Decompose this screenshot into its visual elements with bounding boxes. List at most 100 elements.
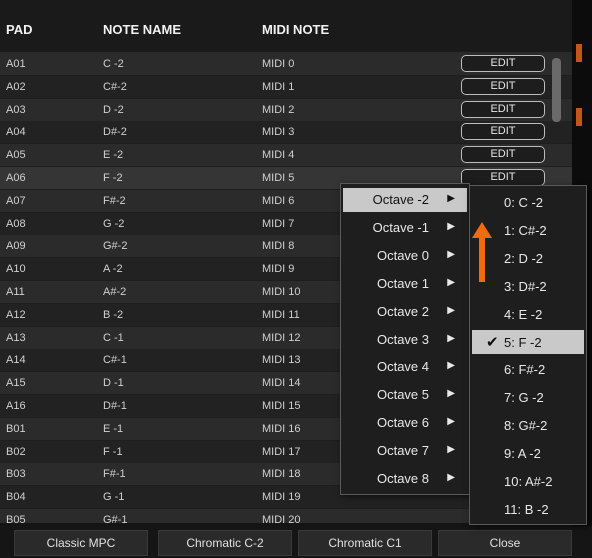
- note-menu-item[interactable]: ✔ 5: F -2: [472, 329, 584, 354]
- octave-menu-label: Octave 6: [376, 415, 429, 431]
- pad-cell: B03: [6, 468, 26, 481]
- octave-menu-label: Octave -2: [372, 192, 429, 207]
- midi-note-cell: MIDI 9: [262, 263, 295, 276]
- octave-menu-item[interactable]: Octave 0 ▶: [343, 244, 467, 268]
- close-button[interactable]: Close: [438, 530, 572, 556]
- table-row[interactable]: A05 E -2 MIDI 4 EDIT: [0, 144, 572, 168]
- octave-menu-item[interactable]: Octave 3 ▶: [343, 328, 467, 352]
- midi-note-cell: MIDI 12: [262, 331, 301, 344]
- octave-menu-item[interactable]: Octave 1 ▶: [343, 272, 467, 296]
- octave-menu-item[interactable]: Octave -1 ▶: [343, 216, 467, 240]
- note-menu-item[interactable]: 7: G -2: [472, 385, 584, 409]
- table-row[interactable]: A04 D#-2 MIDI 3 EDIT: [0, 121, 572, 145]
- midi-note-cell: MIDI 10: [262, 286, 301, 298]
- pad-cell: A06: [6, 172, 26, 184]
- midi-note-cell: MIDI 5: [262, 172, 295, 184]
- pad-cell: A01: [6, 58, 26, 70]
- note-menu-label: 4: E -2: [504, 306, 543, 322]
- edit-button[interactable]: EDIT: [461, 77, 545, 95]
- chevron-right-icon: ▶: [447, 444, 455, 456]
- note-menu-label: 3: D#-2: [504, 278, 547, 294]
- classic-mpc-button[interactable]: Classic MPC: [14, 530, 148, 556]
- edit-button[interactable]: EDIT: [461, 146, 545, 164]
- note-name-cell: F -2: [103, 172, 123, 184]
- note-menu-item[interactable]: 8: G#-2: [472, 413, 584, 437]
- table-row[interactable]: A02 C#-2 MIDI 1 EDIT: [0, 75, 572, 99]
- note-menu-label: 7: G -2: [504, 390, 544, 406]
- table-row[interactable]: A01 C -2 MIDI 0 EDIT: [0, 53, 572, 76]
- chevron-right-icon: ▶: [447, 276, 455, 288]
- pad-cell: B02: [6, 445, 26, 458]
- note-name-cell: B -2: [103, 308, 124, 321]
- chevron-right-icon: ▶: [447, 360, 455, 372]
- midi-note-cell: MIDI 18: [262, 468, 301, 481]
- header-pad: PAD: [6, 22, 33, 37]
- pad-cell: A08: [6, 217, 26, 230]
- checkmark-icon: ✔: [486, 333, 499, 351]
- pad-cell: A04: [6, 126, 26, 139]
- pad-cell: A05: [6, 149, 26, 162]
- octave-menu-item[interactable]: Octave 6 ▶: [343, 411, 467, 435]
- note-name-cell: E -2: [103, 149, 124, 162]
- note-name-cell: D#-2: [103, 126, 127, 139]
- note-menu-label: 5: F -2: [504, 334, 542, 350]
- note-menu-label: 1: C#-2: [504, 222, 547, 238]
- octave-menu-item[interactable]: Octave 5 ▶: [343, 383, 467, 407]
- midi-note-cell: MIDI 4: [262, 149, 295, 162]
- octave-context-menu: Octave -2 ▶ Octave -1 ▶ Octave 0 ▶ Octave 1 ▶ Oc…: [340, 183, 470, 495]
- midi-note-cell: MIDI 13: [262, 354, 301, 367]
- pad-cell: A14: [6, 354, 26, 367]
- up-arrow-icon: [472, 222, 492, 282]
- midi-note-cell: MIDI 16: [262, 422, 301, 435]
- note-menu-item[interactable]: 10: A#-2: [472, 469, 584, 493]
- chevron-right-icon: ▶: [447, 220, 455, 232]
- note-name-cell: G#-1: [103, 514, 128, 523]
- note-name-cell: G -1: [103, 491, 125, 504]
- midi-note-cell: MIDI 7: [262, 217, 295, 230]
- orange-marker: [576, 44, 582, 62]
- pad-cell: B01: [6, 422, 26, 435]
- octave-menu-item[interactable]: Octave 7 ▶: [343, 439, 467, 463]
- octave-menu-label: Octave -1: [372, 219, 429, 235]
- pad-cell: A11: [6, 286, 25, 298]
- chevron-right-icon: ▶: [447, 304, 455, 316]
- note-menu-item[interactable]: 9: A -2: [472, 441, 584, 465]
- edit-button[interactable]: EDIT: [461, 123, 545, 141]
- pad-cell: A15: [6, 377, 26, 390]
- midi-note-cell: MIDI 8: [262, 240, 295, 253]
- octave-menu-item[interactable]: Octave 8 ▶: [343, 467, 467, 491]
- table-header: PAD NOTE NAME MIDI NOTE: [0, 0, 572, 53]
- pad-cell: B04: [6, 491, 26, 504]
- pad-cell: A07: [6, 194, 26, 207]
- midi-note-cell: MIDI 17: [262, 445, 301, 458]
- note-name-cell: F#-2: [103, 194, 126, 207]
- note-name-cell: A -2: [103, 263, 123, 276]
- pad-cell: A13: [6, 331, 26, 344]
- pad-cell: B05: [6, 514, 26, 523]
- chevron-right-icon: ▶: [447, 416, 455, 428]
- octave-menu-item[interactable]: Octave 2 ▶: [343, 300, 467, 324]
- midi-note-cell: MIDI 2: [262, 103, 295, 116]
- octave-menu-label: Octave 2: [376, 303, 429, 319]
- vertical-scrollbar[interactable]: [552, 58, 561, 122]
- midi-note-cell: MIDI 11: [262, 308, 300, 321]
- edit-button[interactable]: EDIT: [461, 169, 545, 186]
- table-row[interactable]: A03 D -2 MIDI 2 EDIT: [0, 98, 572, 122]
- note-menu-item[interactable]: 11: B -2: [472, 497, 584, 521]
- note-name-cell: D -1: [103, 377, 124, 390]
- note-name-cell: D#-1: [103, 400, 127, 412]
- octave-menu-label: Octave 1: [376, 275, 429, 291]
- note-menu-label: 10: A#-2: [504, 474, 553, 489]
- note-menu-item[interactable]: 6: F#-2: [472, 357, 584, 381]
- note-menu-item[interactable]: 0: C -2: [472, 190, 584, 214]
- octave-menu-label: Octave 7: [376, 443, 429, 459]
- chromatic-c-2-button[interactable]: Chromatic C-2: [158, 530, 292, 556]
- note-menu-item[interactable]: 4: E -2: [472, 302, 584, 326]
- edit-button[interactable]: EDIT: [461, 100, 545, 118]
- midi-note-cell: MIDI 14: [262, 377, 301, 390]
- chromatic-c1-button[interactable]: Chromatic C1: [298, 530, 432, 556]
- edit-button[interactable]: EDIT: [461, 55, 545, 72]
- pad-cell: A03: [6, 103, 26, 116]
- octave-menu-item[interactable]: Octave 4 ▶: [343, 355, 467, 379]
- octave-menu-item[interactable]: Octave -2 ▶: [343, 188, 467, 212]
